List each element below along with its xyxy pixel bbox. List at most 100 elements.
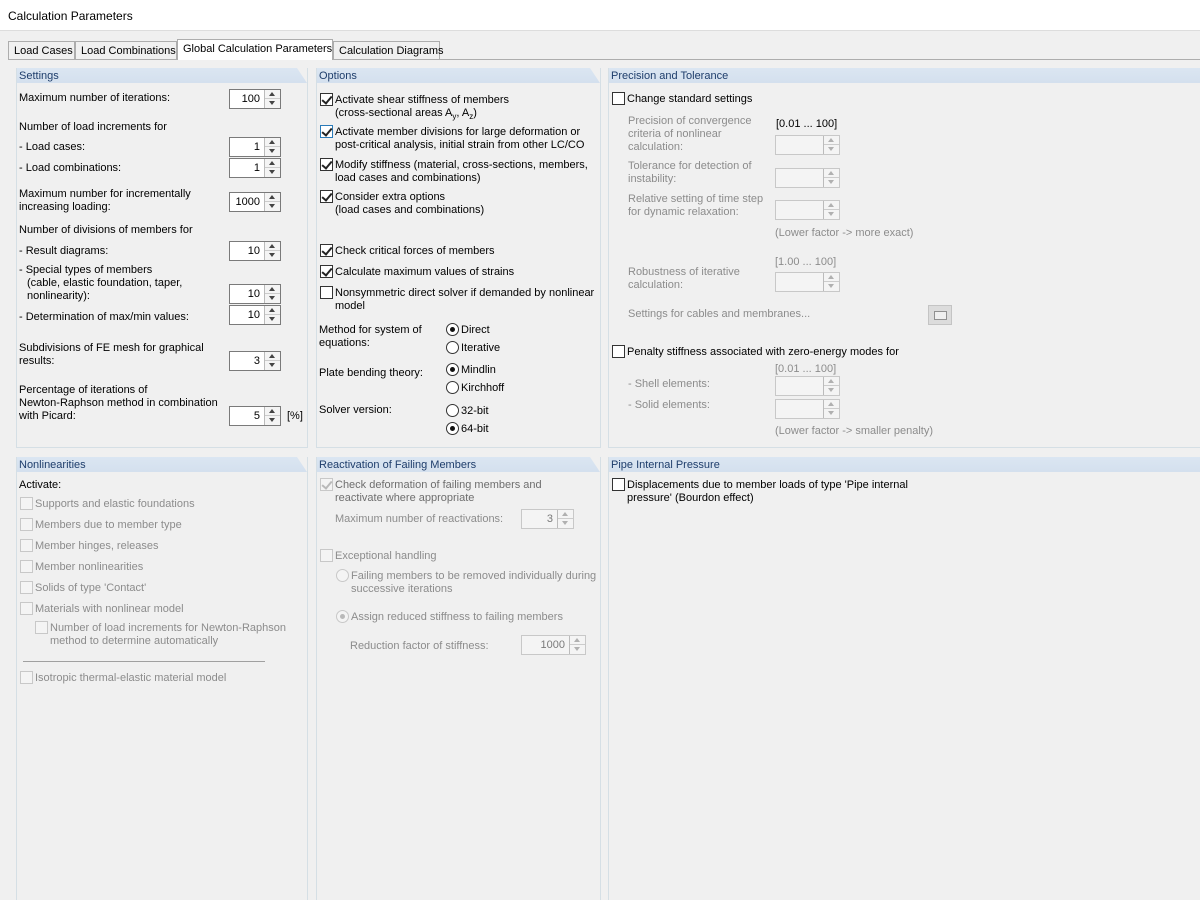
robustness-label-1: Robustness of iterative (628, 266, 740, 278)
spin-up-icon[interactable] (265, 193, 280, 202)
failing-removed-radio[interactable] (336, 569, 349, 582)
spin-down-icon[interactable] (570, 645, 585, 654)
spin-down-icon[interactable] (265, 294, 280, 303)
32-bit-radio[interactable] (446, 404, 459, 417)
tab-calculation-diagrams[interactable]: Calculation Diagrams (333, 41, 444, 59)
spin-up-icon[interactable] (824, 201, 839, 210)
critical-forces-checkbox[interactable] (320, 244, 333, 257)
precision-panel: Precision and Tolerance Change standard … (608, 68, 1200, 448)
maxmin-spinner[interactable]: 10 (229, 305, 281, 325)
fe-spinner[interactable]: 3 (229, 351, 281, 371)
max-incremental-spinner[interactable]: 1000 (229, 192, 281, 212)
spin-down-icon[interactable] (265, 416, 280, 425)
nonsymmetric-solver-checkbox[interactable] (320, 286, 333, 299)
spin-up-icon[interactable] (265, 90, 280, 99)
shear-stiffness-checkbox[interactable] (320, 93, 333, 106)
nonlinearities-panel: Nonlinearities Activate: Supports and el… (16, 457, 308, 900)
spin-up-icon[interactable] (265, 242, 280, 251)
time-step-spinner[interactable] (775, 200, 840, 220)
members-type-checkbox[interactable] (20, 518, 33, 531)
max-iterations-value: 100 (241, 93, 260, 105)
fe-value: 3 (253, 355, 260, 367)
cables-settings-button[interactable] (928, 305, 952, 325)
max-strains-checkbox[interactable] (320, 265, 333, 278)
exceptional-handling-checkbox[interactable] (320, 549, 333, 562)
spin-up-icon[interactable] (824, 377, 839, 386)
extra-options-checkbox[interactable] (320, 190, 333, 203)
reduction-factor-label: Reduction factor of stiffness: (350, 640, 489, 652)
spin-up-icon[interactable] (265, 159, 280, 168)
max-reactivations-label: Maximum number of reactivations: (335, 513, 504, 525)
spin-down-icon[interactable] (824, 145, 839, 154)
spin-down-icon[interactable] (265, 251, 280, 260)
mindlin-radio[interactable] (446, 363, 459, 376)
member-nonlinearities-checkbox[interactable] (20, 560, 33, 573)
settings-header: Settings (17, 68, 307, 83)
special-spinner[interactable]: 10 (229, 284, 281, 304)
spin-up-icon[interactable] (824, 136, 839, 145)
lower-penalty-note: (Lower factor -> smaller penalty) (775, 425, 934, 437)
hinges-checkbox[interactable] (20, 539, 33, 552)
spin-down-icon[interactable] (824, 386, 839, 395)
direct-radio[interactable] (446, 323, 459, 336)
spin-up-icon[interactable] (824, 273, 839, 282)
max-iterations-label: Maximum number of iterations: (19, 92, 170, 104)
load-cases-spinner[interactable]: 1 (229, 137, 281, 157)
kirchhoff-radio[interactable] (446, 381, 459, 394)
spin-down-icon[interactable] (558, 519, 573, 528)
spin-down-icon[interactable] (824, 409, 839, 418)
spin-up-icon[interactable] (570, 636, 585, 645)
member-divisions-checkbox[interactable] (320, 125, 333, 138)
check-deformation-checkbox[interactable] (320, 478, 333, 491)
iterative-radio[interactable] (446, 341, 459, 354)
spin-up-icon[interactable] (558, 510, 573, 519)
pct-spinner[interactable]: 5 (229, 406, 281, 426)
pct-label-3: with Picard: (19, 410, 76, 422)
spin-down-icon[interactable] (265, 168, 280, 177)
max-iterations-spinner[interactable]: 100 (229, 89, 281, 109)
modify-stiffness-checkbox[interactable] (320, 158, 333, 171)
spin-down-icon[interactable] (265, 99, 280, 108)
spin-down-icon[interactable] (265, 361, 280, 370)
shell-elements-spinner[interactable] (775, 376, 840, 396)
spin-down-icon[interactable] (824, 178, 839, 187)
tab-load-combinations[interactable]: Load Combinations (75, 41, 177, 59)
method-label-1: Method for system of (319, 324, 422, 336)
convergence-spinner[interactable] (775, 135, 840, 155)
spin-down-icon[interactable] (265, 202, 280, 211)
spin-down-icon[interactable] (824, 282, 839, 291)
newton-raphson-checkbox[interactable] (35, 621, 48, 634)
64-bit-radio[interactable] (446, 422, 459, 435)
reduction-factor-spinner[interactable]: 1000 (521, 635, 586, 655)
spin-up-icon[interactable] (265, 138, 280, 147)
spin-up-icon[interactable] (265, 352, 280, 361)
spin-up-icon[interactable] (265, 285, 280, 294)
solid-elements-spinner[interactable] (775, 399, 840, 419)
materials-nonlinear-checkbox[interactable] (20, 602, 33, 615)
result-diagrams-spinner[interactable]: 10 (229, 241, 281, 261)
spin-down-icon[interactable] (265, 315, 280, 324)
load-combinations-value: 1 (253, 162, 260, 174)
change-standard-checkbox[interactable] (612, 92, 625, 105)
options-header: Options (317, 68, 600, 83)
tab-load-cases[interactable]: Load Cases (8, 41, 75, 59)
assign-reduced-radio[interactable] (336, 610, 349, 623)
supports-checkbox[interactable] (20, 497, 33, 510)
penalty-stiffness-checkbox[interactable] (612, 345, 625, 358)
bourdon-effect-checkbox[interactable] (612, 478, 625, 491)
max-reactivations-spinner[interactable]: 3 (521, 509, 574, 529)
tab-global-calculation-parameters[interactable]: Global Calculation Parameters (177, 39, 333, 60)
spin-up-icon[interactable] (824, 400, 839, 409)
spin-up-icon[interactable] (265, 407, 280, 416)
isotropic-checkbox[interactable] (20, 671, 33, 684)
spin-down-icon[interactable] (265, 147, 280, 156)
spin-up-icon[interactable] (265, 306, 280, 315)
load-combinations-spinner[interactable]: 1 (229, 158, 281, 178)
solids-contact-checkbox[interactable] (20, 581, 33, 594)
pct-label-1: Percentage of iterations of (19, 384, 148, 396)
plate-bending-label: Plate bending theory: (319, 367, 423, 379)
robustness-spinner[interactable] (775, 272, 840, 292)
spin-down-icon[interactable] (824, 210, 839, 219)
spin-up-icon[interactable] (824, 169, 839, 178)
instability-spinner[interactable] (775, 168, 840, 188)
